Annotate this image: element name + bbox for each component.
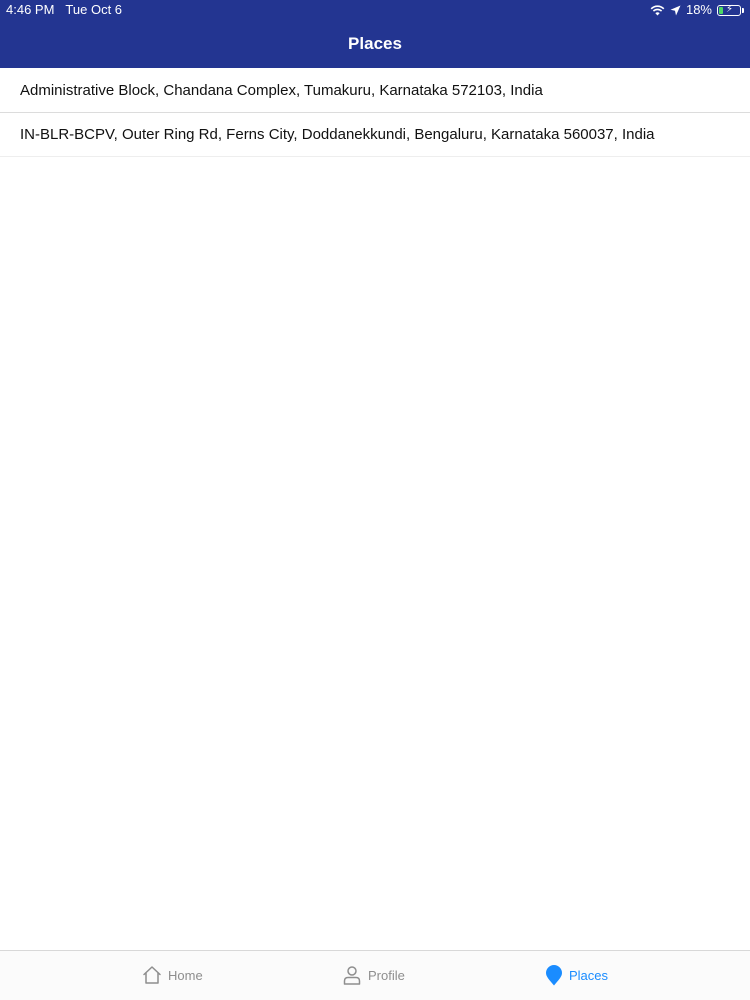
map-pin-icon <box>545 965 563 986</box>
tab-profile[interactable]: Profile <box>342 965 405 985</box>
wifi-icon <box>650 4 665 16</box>
status-right: 18% ⚡ <box>650 0 744 20</box>
tab-places[interactable]: Places <box>545 965 608 986</box>
location-arrow-icon <box>670 5 681 16</box>
tab-bar: Home Profile Places <box>0 950 750 1000</box>
person-icon <box>342 965 362 985</box>
status-bar: 4:46 PM Tue Oct 6 18% ⚡ <box>0 0 750 20</box>
tab-home-label: Home <box>168 967 203 983</box>
tab-home[interactable]: Home <box>142 965 203 985</box>
home-icon <box>142 965 162 985</box>
app-header: 4:46 PM Tue Oct 6 18% ⚡ Places <box>0 0 750 68</box>
page-title: Places <box>348 34 402 53</box>
status-time: 4:46 PM <box>6 2 55 17</box>
place-list-item[interactable]: Administrative Block, Chandana Complex, … <box>0 69 750 113</box>
battery-charging-icon: ⚡ <box>717 4 744 16</box>
place-list-item[interactable]: IN-BLR-BCPV, Outer Ring Rd, Ferns City, … <box>0 113 750 157</box>
battery-percent: 18% <box>685 2 712 17</box>
places-list: Administrative Block, Chandana Complex, … <box>0 69 750 157</box>
status-left: 4:46 PM Tue Oct 6 <box>6 0 122 20</box>
status-date: Tue Oct 6 <box>65 2 123 17</box>
tab-profile-label: Profile <box>368 967 405 983</box>
tab-places-label: Places <box>569 968 609 983</box>
